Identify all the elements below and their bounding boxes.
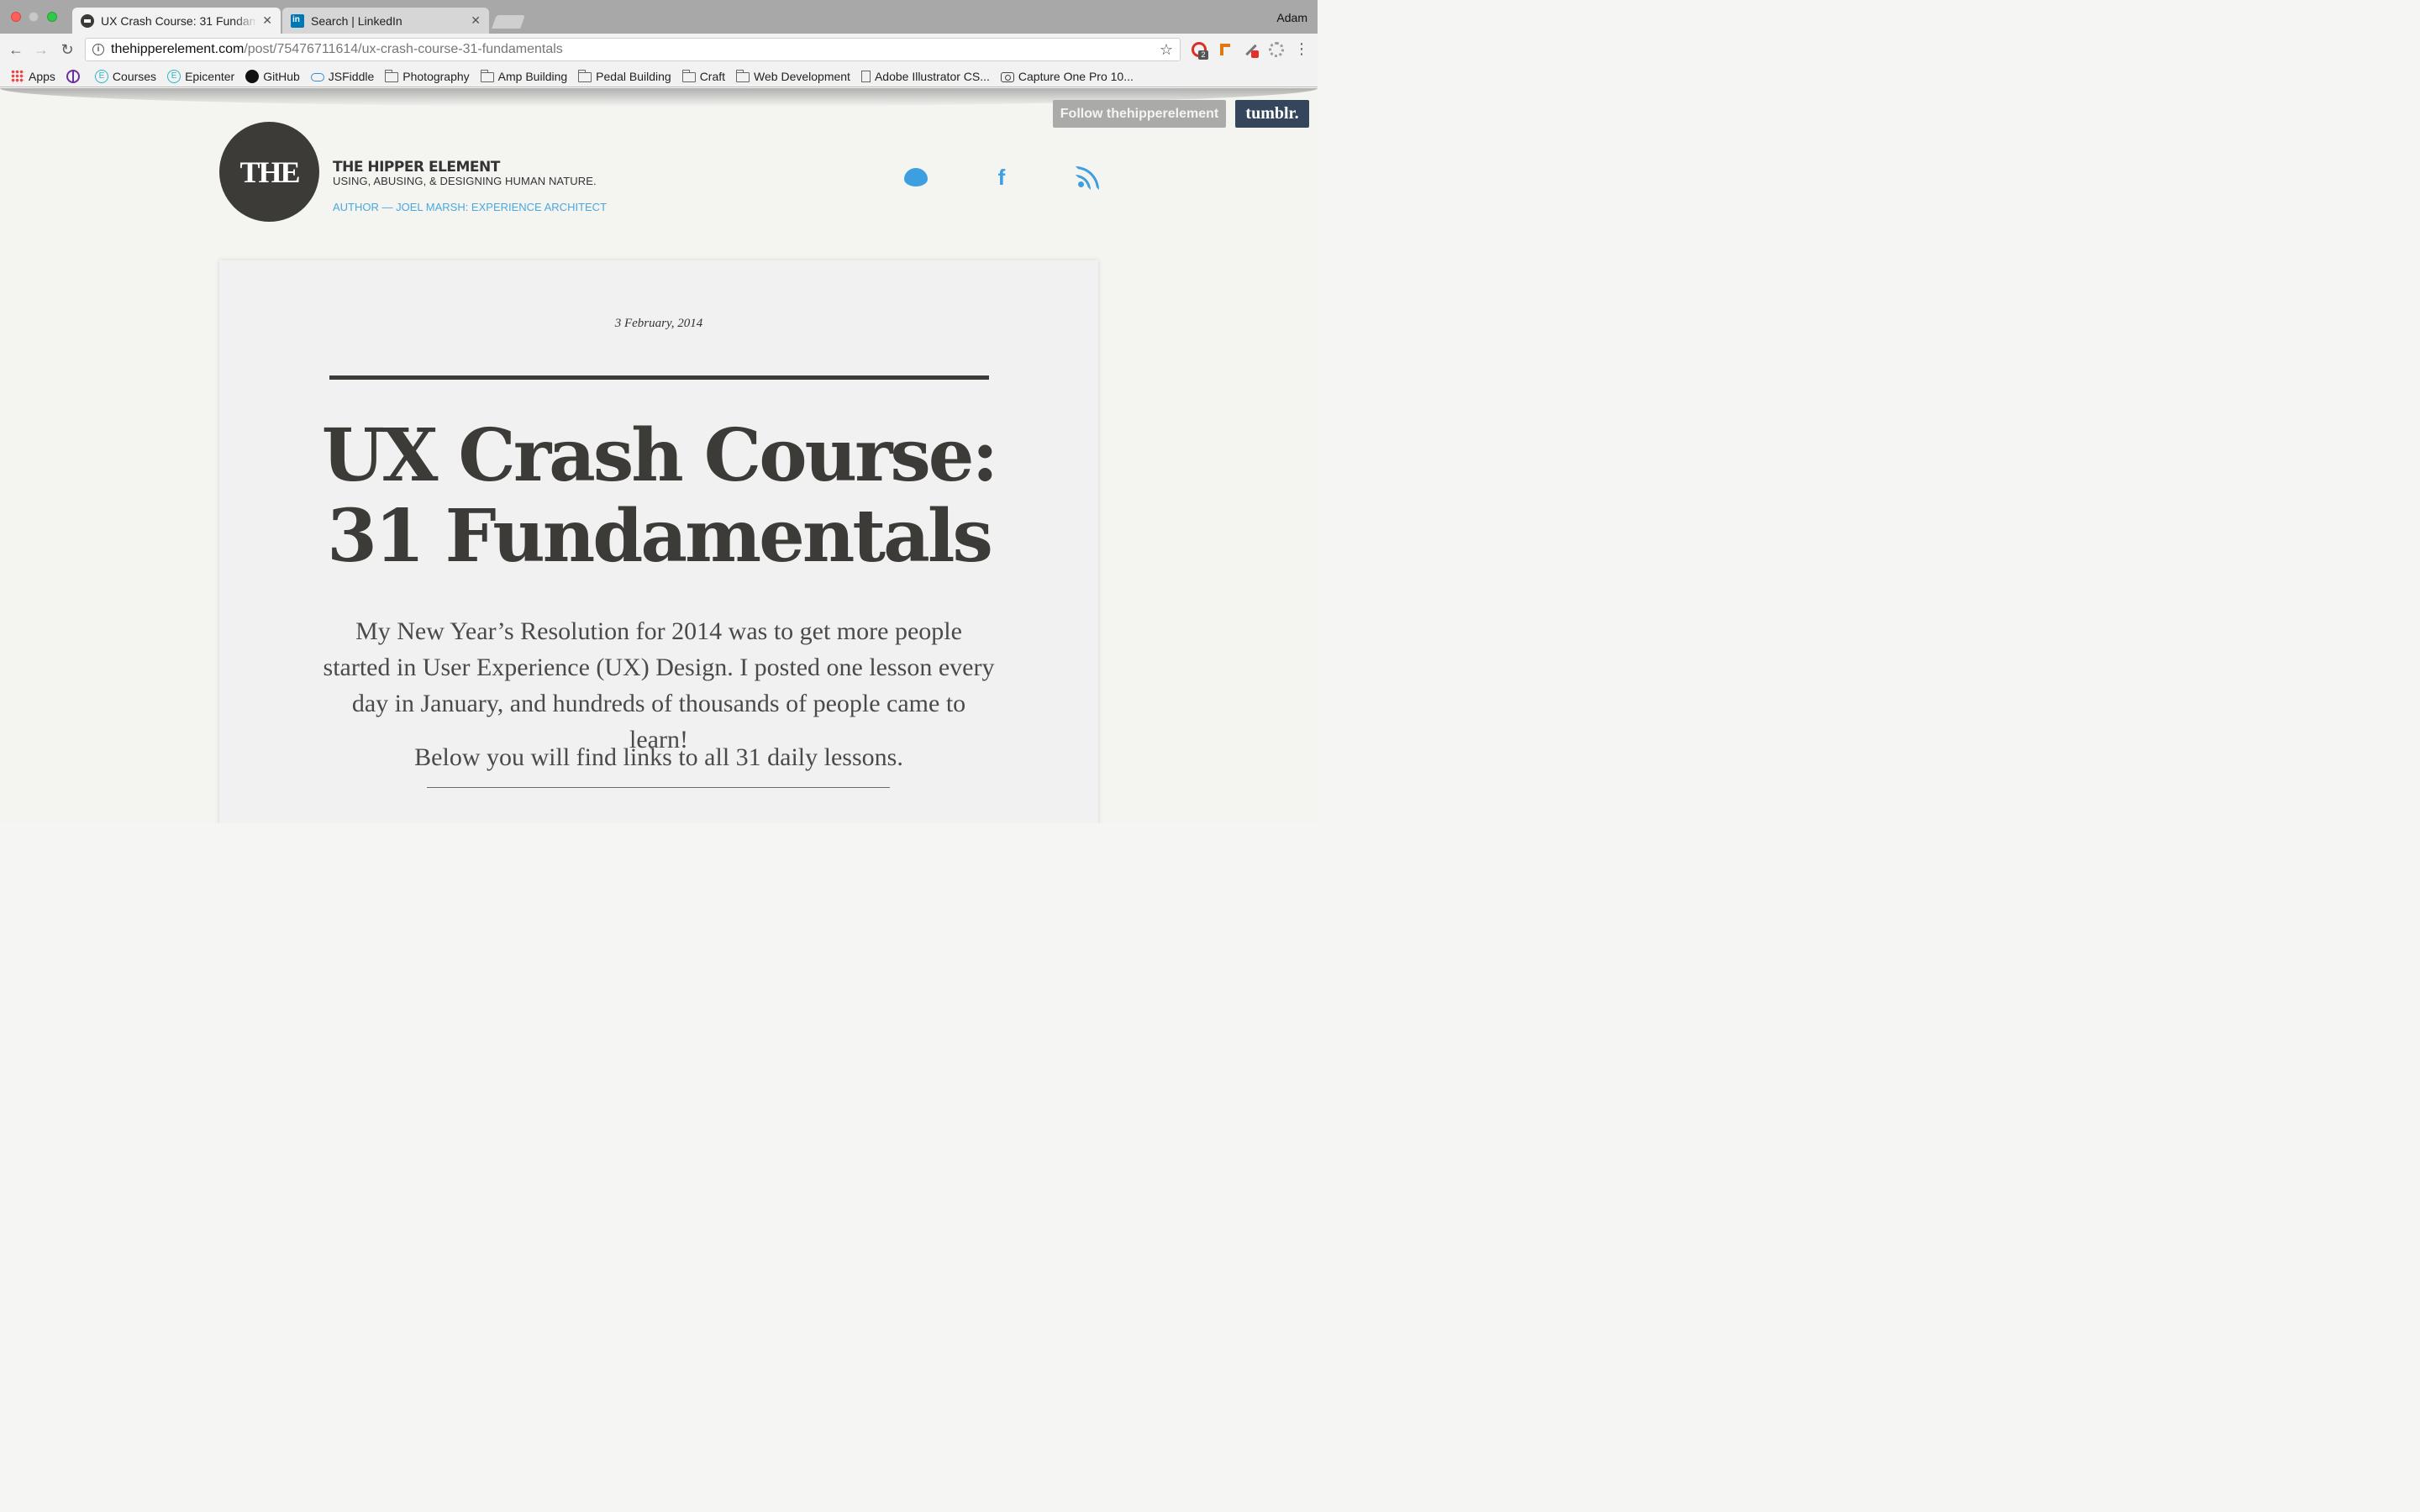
tab-title: UX Crash Course: 31 Fundamentals (101, 13, 258, 28)
info-icon[interactable]: i (92, 44, 104, 55)
bookmark-amp-building[interactable]: Amp Building (480, 69, 567, 83)
tumblr-button[interactable]: tumblr. (1235, 100, 1309, 128)
tab-close-icon[interactable]: ✕ (262, 13, 272, 28)
extension-icon[interactable] (1244, 42, 1259, 58)
extension-icon[interactable] (1218, 42, 1234, 57)
tab-title: Search | LinkedIn (311, 13, 402, 28)
tab-bar: UX Crash Course: 31 Fundamentals ✕ Searc… (0, 0, 1318, 34)
folder-icon (681, 69, 696, 82)
site-title[interactable]: THE HIPPER ELEMENT (333, 159, 500, 176)
follow-button[interactable]: Follow thehipperelement (1053, 100, 1226, 128)
epicenter-icon: E (94, 69, 108, 83)
tab-close-icon[interactable]: ✕ (471, 13, 481, 28)
extension-icon[interactable] (1269, 42, 1284, 57)
close-window-button[interactable] (11, 12, 21, 22)
linkedin-icon (291, 13, 304, 28)
folder-icon (385, 69, 399, 82)
browser-toolbar: ← → ↻ i thehipperelement.com/post/754767… (0, 34, 1318, 66)
post-intro: My New Year’s Resolution for 2014 was to… (323, 617, 995, 753)
apps-grid-icon (11, 69, 24, 83)
new-tab-button[interactable] (492, 15, 525, 29)
document-icon (860, 70, 871, 82)
cloud-icon (310, 72, 324, 81)
bookmark-star-icon[interactable]: ☆ (1160, 41, 1173, 59)
divider (329, 375, 989, 380)
rss-icon[interactable] (1076, 165, 1100, 190)
extension-badge: 2 (1198, 50, 1208, 60)
bookmark-photography[interactable]: Photography (385, 69, 470, 83)
folder-icon (736, 69, 750, 82)
bookmark-pedal-building[interactable]: Pedal Building (578, 69, 671, 83)
facebook-icon[interactable]: f (992, 165, 1012, 189)
bookmark-courses[interactable]: E Courses (94, 69, 156, 83)
back-arrow-icon[interactable]: ← (8, 41, 24, 58)
bookmark-craft[interactable]: Craft (681, 69, 725, 83)
bookmarks-bar: Apps E Courses E Epicenter GitHub JSFiddle… (0, 66, 1318, 87)
reload-icon[interactable]: ↻ (59, 41, 76, 58)
post-date: 3 February, 2014 (614, 317, 703, 330)
profile-name[interactable]: Adam (1276, 11, 1307, 24)
folder-icon (480, 69, 494, 82)
url-host: thehipperelement.com (111, 42, 245, 56)
bookmark-jsfiddle[interactable]: JSFiddle (310, 70, 374, 83)
bookmark-github[interactable]: GitHub (245, 69, 300, 83)
minimize-window-button[interactable] (29, 12, 39, 22)
forward-arrow-icon[interactable]: → (33, 41, 50, 58)
address-bar[interactable]: i thehipperelement.com/post/75476711614/… (85, 38, 1181, 61)
menu-kebab-icon[interactable]: ⋮ (1294, 41, 1309, 56)
bookmark-peace[interactable] (66, 69, 84, 83)
url-path: /post/75476711614/ux-crash-course-31-fun… (244, 42, 563, 56)
author-link[interactable]: AUTHOR — JOEL MARSH: EXPERIENCE ARCHITEC… (333, 201, 607, 213)
post-title-line-1: UX Crash Course: (321, 413, 999, 498)
site-tagline: USING, ABUSING, & DESIGNING HUMAN NATURE… (333, 175, 597, 187)
twitter-icon[interactable] (902, 165, 930, 189)
post-card: 3 February, 2014 UX Crash Course: 31 Fun… (219, 260, 1098, 823)
tab-ux-crash-course[interactable]: UX Crash Course: 31 Fundamentals ✕ (72, 8, 281, 34)
bookmark-capture-one[interactable]: Capture One Pro 10... (1000, 70, 1134, 83)
github-icon (245, 69, 260, 83)
camera-icon (1000, 71, 1014, 82)
epicenter-icon: E (167, 69, 182, 83)
maximize-window-button[interactable] (47, 12, 57, 22)
folder-icon (578, 69, 592, 82)
bookmark-adobe-illustrator[interactable]: Adobe Illustrator CS... (860, 70, 990, 83)
bookmark-web-development[interactable]: Web Development (736, 69, 850, 83)
site-logo[interactable]: THE (219, 122, 319, 222)
divider (427, 787, 890, 788)
post-lead: Below you will find links to all 31 dail… (414, 743, 903, 771)
peace-icon (66, 69, 80, 83)
web-page: Follow thehipperelement tumblr. THE THE … (0, 88, 1318, 823)
tab-linkedin[interactable]: Search | LinkedIn ✕ (282, 8, 489, 34)
post-title-line-2: 31 Fundamentals (327, 494, 993, 579)
bookmark-epicenter[interactable]: E Epicenter (167, 69, 234, 83)
site-favicon-icon (81, 13, 94, 28)
post-title: UX Crash Course: 31 Fundamentals (219, 416, 1098, 577)
bookmark-apps[interactable]: Apps (11, 69, 55, 83)
